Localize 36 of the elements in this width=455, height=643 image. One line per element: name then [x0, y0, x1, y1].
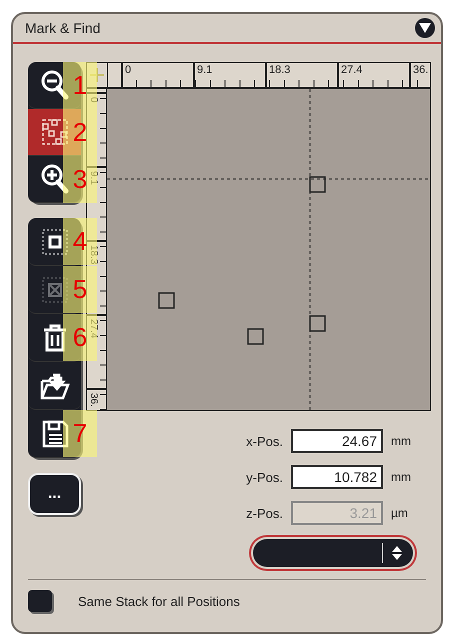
ruler-label: 0: [88, 97, 99, 103]
ruler-label: 0: [121, 63, 193, 87]
ruler-label: 9.1: [88, 171, 99, 185]
unit-label: mm: [391, 434, 411, 448]
position-marker[interactable]: [247, 328, 264, 345]
up-down-arrows-icon: [391, 545, 403, 561]
position-input[interactable]: 10.782: [291, 465, 383, 489]
callout-number: 7: [63, 410, 97, 457]
position-marker[interactable]: [309, 176, 326, 193]
checkbox-label: Same Stack for all Positions: [78, 594, 240, 608]
ruler-label: 9.1: [193, 63, 265, 87]
zoom-out-icon: [40, 69, 70, 101]
more-button[interactable]: ...: [28, 473, 81, 515]
position-marker[interactable]: [309, 315, 326, 332]
callout-number: 5: [63, 266, 97, 313]
unit-label: mm: [391, 470, 411, 484]
checkbox[interactable]: [28, 590, 52, 612]
ruler-label: 36.: [409, 63, 428, 87]
ruler-label: 27.4: [337, 63, 409, 87]
position-input[interactable]: 24.67: [291, 429, 383, 453]
zoom-in-icon: [40, 163, 70, 195]
triangle-down-icon: [418, 22, 432, 34]
ruler-label: 18.3: [265, 63, 337, 87]
ruler-label: 27.4: [88, 319, 99, 338]
position-marker[interactable]: [158, 292, 175, 309]
collapse-button[interactable]: [415, 18, 435, 38]
field-label: y-Pos.: [246, 470, 283, 484]
unit-label: µm: [391, 506, 409, 520]
square-in-frame-icon: [40, 226, 70, 256]
panel-title: Mark & Find: [25, 20, 100, 36]
field-label: x-Pos.: [246, 434, 283, 448]
field-label: z-Pos.: [246, 506, 283, 520]
dropdown[interactable]: [253, 539, 413, 567]
ruler-label: 18.3: [88, 245, 99, 264]
ruler-label: 36.: [88, 393, 99, 407]
callout-number: 2: [63, 109, 97, 156]
